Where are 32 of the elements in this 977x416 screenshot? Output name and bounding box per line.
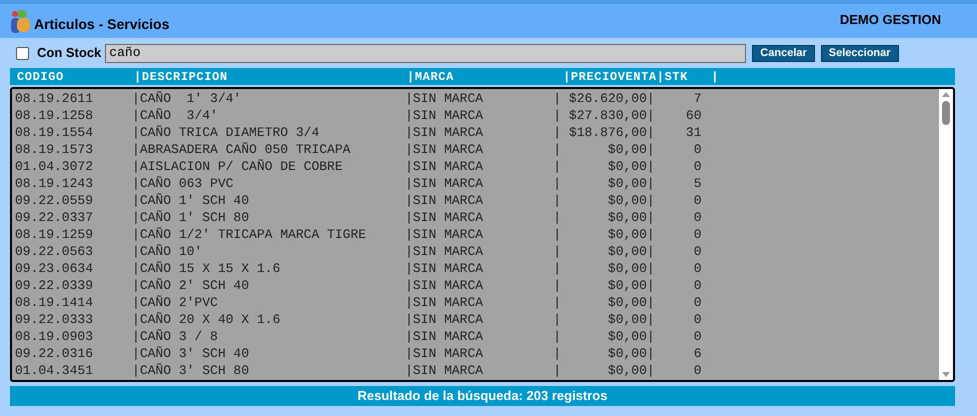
scroll-up-icon[interactable] <box>942 92 950 97</box>
list-row[interactable]: 09.22.0563 |CAÑO 10' |SIN MARCA | $0,00| 0 <box>15 243 939 260</box>
list-row[interactable]: 08.19.1259 |CAÑO 1/2' TRICAPA MARCA TIGRE |SIN MARCA | $0,00| 0 <box>15 226 939 243</box>
status-text: Resultado de la búsqueda: 203 registros <box>358 387 608 406</box>
select-button[interactable]: Seleccionar <box>820 44 899 62</box>
list-row[interactable]: 08.19.1243 |CAÑO 063 PVC |SIN MARCA | $0,00| 5 <box>15 175 939 192</box>
list-row[interactable]: 01.04.3451 |CAÑO 3' SCH 80 |SIN MARCA | $0,00| 0 <box>15 362 939 379</box>
list-row[interactable]: 08.19.2611 |CAÑO 1' 3/4' |SIN MARCA | $26.620,00| 7 <box>15 90 939 107</box>
scrollbar[interactable] <box>939 89 953 380</box>
scroll-down-icon[interactable] <box>942 372 950 377</box>
con-stock-checkbox[interactable] <box>16 46 29 60</box>
search-field[interactable]: caño <box>105 44 746 62</box>
logo-icon <box>10 9 32 35</box>
list-row[interactable]: 08.19.1554 |CAÑO TRICA DIAMETRO 3/4 |SIN MARCA | $18.876,00| 31 <box>15 124 939 141</box>
con-stock-label: Con Stock <box>37 44 102 62</box>
list-row[interactable]: 08.19.1258 |CAÑO 3/4' |SIN MARCA | $27.830,00| 60 <box>15 107 939 124</box>
list-row[interactable]: 09.23.0634 |CAÑO 15 X 15 X 1.6 |SIN MARCA | $0,00| 0 <box>15 260 939 277</box>
list-row[interactable]: 09.22.0316 |CAÑO 3' SCH 40 |SIN MARCA | $0,00| 6 <box>15 345 939 362</box>
list-row[interactable]: 08.19.0903 |CAÑO 3 / 8 |SIN MARCA | $0,00| 0 <box>15 328 939 345</box>
cancel-button[interactable]: Cancelar <box>752 44 815 62</box>
company-name: DEMO GESTION <box>840 10 941 28</box>
scrollbar-thumb[interactable] <box>942 101 950 125</box>
window-title: Articulos - Servicios <box>34 15 170 34</box>
list-row[interactable]: 09.22.0559 |CAÑO 1' SCH 40 |SIN MARCA | $0,00| 0 <box>15 192 939 209</box>
list-row[interactable]: 08.19.1573 |ABRASADERA CAÑO 050 TRICAPA |SIN MARCA | $0,00| 0 <box>15 141 939 158</box>
list-row[interactable]: 01.04.3072 |AISLACION P/ CAÑO DE COBRE |SIN MARCA | $0,00| 0 <box>15 158 939 175</box>
list-row[interactable]: 08.19.1414 |CAÑO 2'PVC |SIN MARCA | $0,00| 0 <box>15 294 939 311</box>
list-row[interactable]: 09.22.0339 |CAÑO 2' SCH 40 |SIN MARCA | $0,00| 0 <box>15 277 939 294</box>
list-row[interactable]: 09.22.0337 |CAÑO 1' SCH 80 |SIN MARCA | $0,00| 0 <box>15 209 939 226</box>
results-list[interactable] <box>10 87 955 382</box>
column-headers: CODIGO |DESCRIPCION |MARCA |PRECIOVENTA|STK | <box>17 68 720 86</box>
list-row[interactable]: 09.22.0333 |CAÑO 20 X 40 X 1.6 |SIN MARCA | $0,00| 0 <box>15 311 939 328</box>
